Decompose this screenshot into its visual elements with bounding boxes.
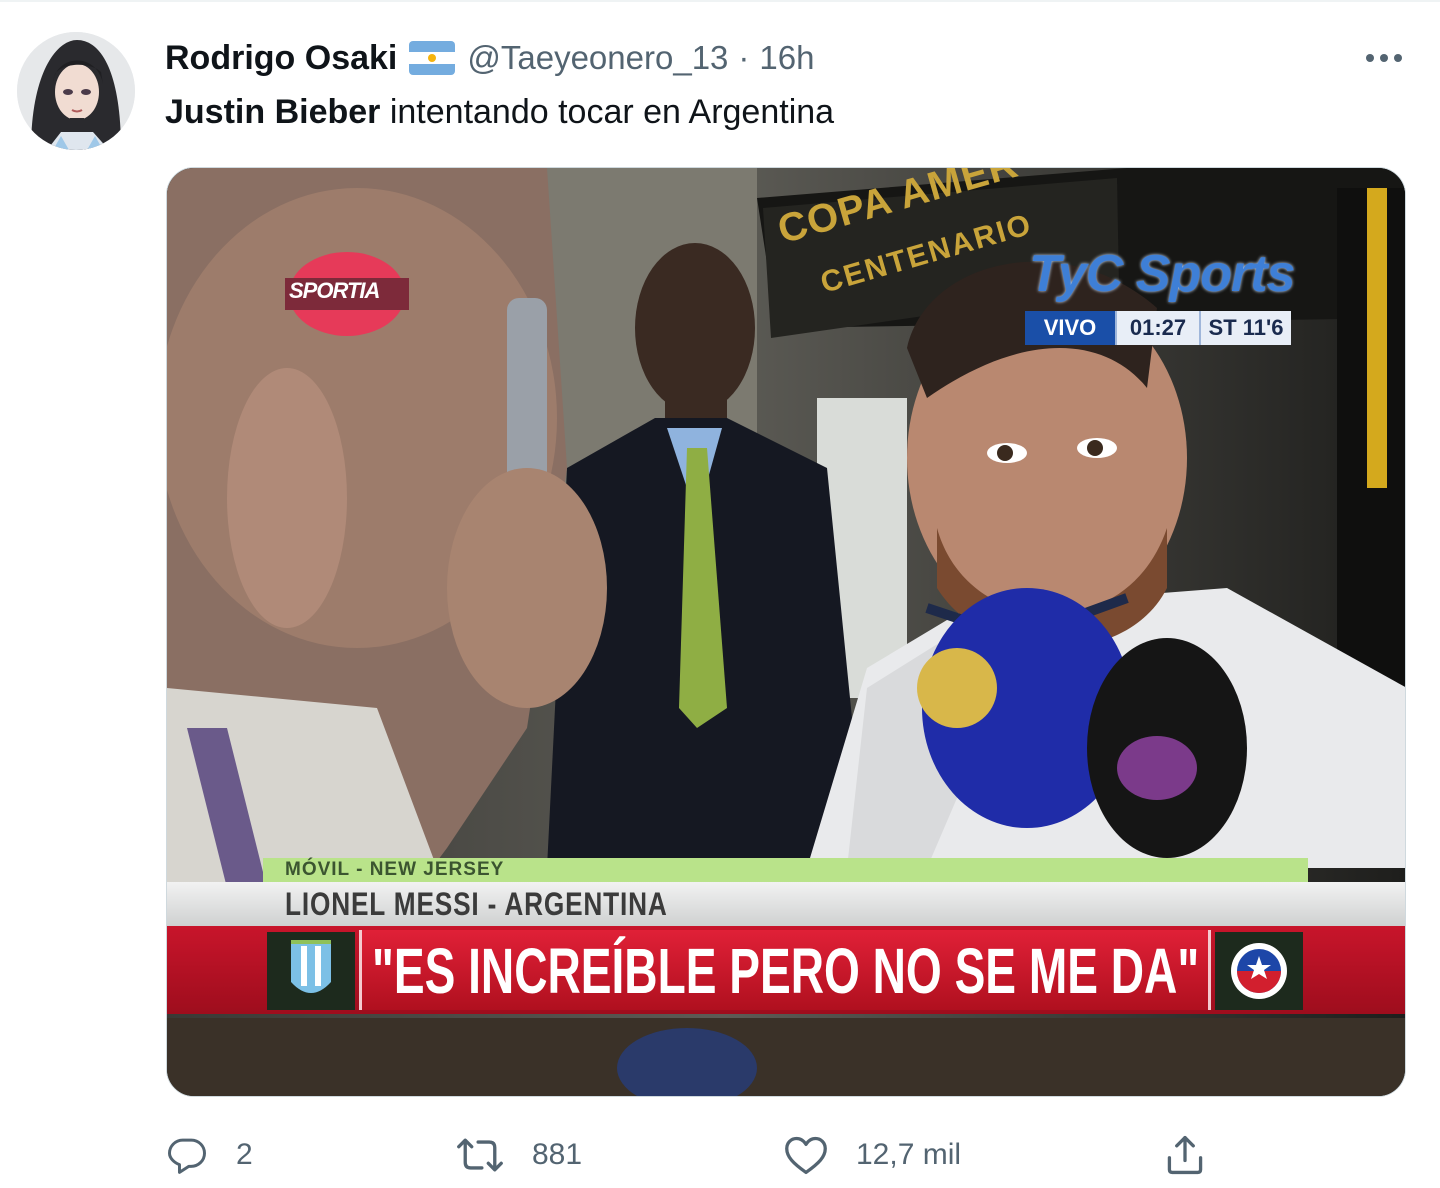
retweet-button[interactable]: 881	[456, 1132, 582, 1178]
live-label: VIVO	[1025, 311, 1115, 345]
player-name-text: LIONEL MESSI - ARGENTINA	[285, 886, 668, 922]
user-handle[interactable]: @Taeyeonero_13	[467, 39, 728, 77]
tweet-actions: 2 881 12,7 mil	[0, 1120, 1440, 1188]
argentina-crest-icon	[267, 932, 355, 1010]
player-name-strip: LIONEL MESSI - ARGENTINA	[167, 882, 1405, 926]
avatar-illustration	[17, 32, 135, 150]
share-icon	[1167, 1135, 1203, 1175]
location-text: MÓVIL - NEW JERSEY	[285, 859, 505, 880]
sportia-logo-text: SPORTIA	[289, 278, 380, 303]
match-period: ST 11'6	[1199, 311, 1291, 345]
tweet[interactable]: Rodrigo Osaki @Taeyeonero_13 · 16h Justi…	[0, 0, 1440, 1188]
separator-dot: ·	[738, 39, 750, 76]
tyc-sports-logo: TyC Sports	[1029, 245, 1295, 303]
reply-button[interactable]: 2	[166, 1132, 253, 1178]
quote-box: "ES INCREÍBLE PERO NO SE ME DA"	[359, 930, 1211, 1010]
retweet-icon	[457, 1138, 503, 1172]
reply-icon	[168, 1138, 206, 1174]
retweet-count: 881	[532, 1138, 583, 1171]
more-horizontal-icon	[1366, 54, 1402, 62]
chile-crest-icon	[1215, 932, 1303, 1010]
tweet-media-image[interactable]: SPORTIA COPA AMER CENTENARIO TyC Sports …	[166, 167, 1406, 1097]
like-count: 12,7 mil	[856, 1138, 962, 1171]
heart-icon	[785, 1136, 827, 1175]
tweet-text-body: intentando tocar en Argentina	[380, 93, 835, 131]
location-strip: MÓVIL - NEW JERSEY	[263, 858, 1308, 882]
tweet-text: Justin Bieber intentando tocar en Argent…	[165, 90, 834, 134]
share-button[interactable]	[1163, 1132, 1207, 1178]
avatar[interactable]	[17, 32, 135, 150]
tv-lower-third: MÓVIL - NEW JERSEY LIONEL MESSI - ARGENT…	[167, 858, 1405, 1018]
divider	[0, 0, 1440, 2]
timestamp[interactable]: 16h	[759, 39, 814, 77]
display-name[interactable]: Rodrigo Osaki	[165, 39, 397, 78]
sportia-logo: SPORTIA	[285, 248, 409, 340]
match-clock: 01:27	[1115, 311, 1199, 345]
live-scoreboard: VIVO 01:27 ST 11'6	[1025, 311, 1291, 345]
tweet-header: Rodrigo Osaki @Taeyeonero_13 · 16h	[165, 36, 814, 80]
more-options-button[interactable]	[1360, 38, 1408, 78]
mention-name: Justin Bieber	[165, 93, 381, 131]
argentina-flag-icon	[409, 41, 456, 75]
like-button[interactable]: 12,7 mil	[784, 1132, 961, 1178]
reply-count: 2	[236, 1138, 253, 1171]
quote-text: "ES INCREÍBLE PERO NO SE ME DA"	[372, 935, 1200, 1007]
